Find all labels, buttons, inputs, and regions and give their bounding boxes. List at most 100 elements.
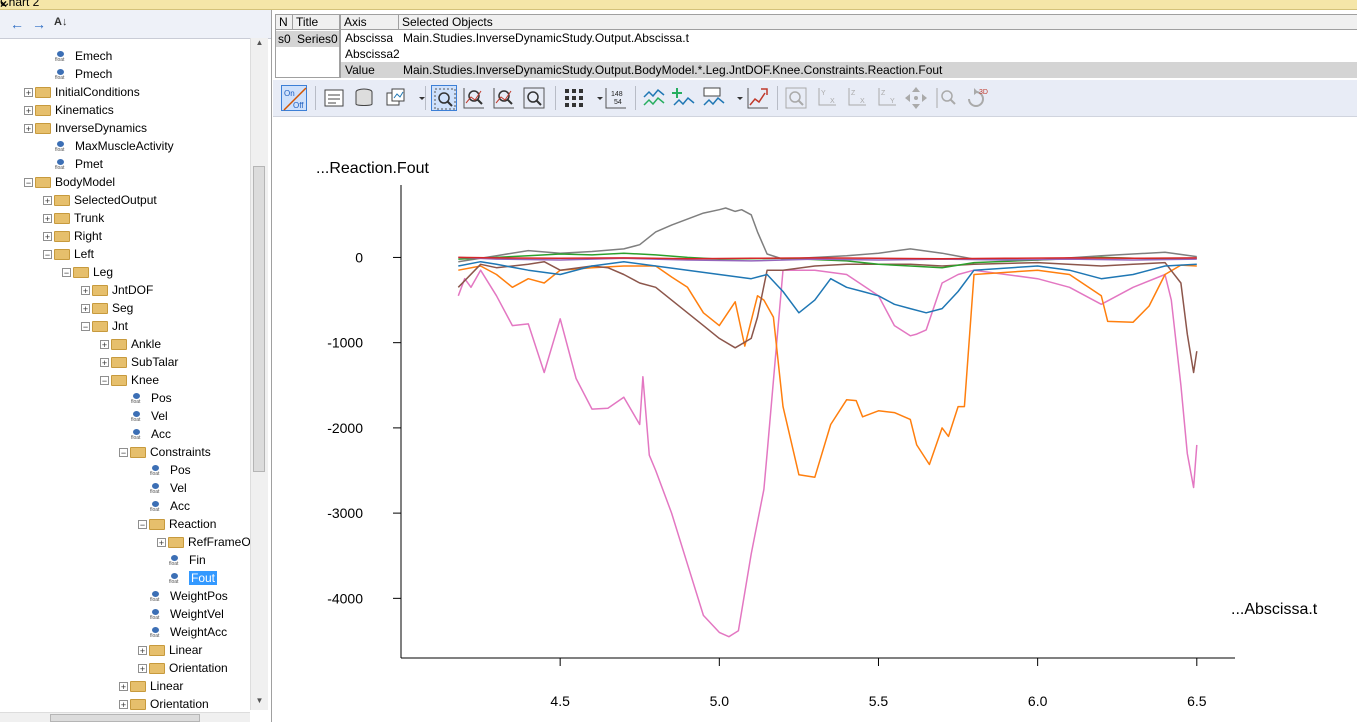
- tree-item[interactable]: + Orientation: [119, 695, 209, 710]
- tree-item[interactable]: + SubTalar: [100, 353, 178, 371]
- tree-item[interactable]: − BodyModel: [24, 173, 115, 191]
- expand-icon[interactable]: +: [157, 538, 166, 548]
- zoom-3d-icon[interactable]: [783, 85, 809, 111]
- expand-icon[interactable]: +: [138, 664, 147, 674]
- tree-item[interactable]: + Ankle: [100, 335, 161, 353]
- tree-item[interactable]: WeightVel: [150, 605, 224, 623]
- tree-item[interactable]: + SelectedOutput: [43, 191, 157, 209]
- add-series-icon[interactable]: [671, 85, 697, 111]
- tree-horizontal-scrollbar[interactable]: [0, 712, 250, 722]
- collapse-icon[interactable]: −: [100, 376, 109, 386]
- database-icon[interactable]: [351, 85, 377, 111]
- hscroll-thumb[interactable]: [50, 714, 200, 722]
- expand-icon[interactable]: +: [138, 646, 147, 656]
- tree-item[interactable]: Emech: [55, 47, 112, 65]
- expand-icon[interactable]: +: [81, 286, 90, 296]
- collapse-icon[interactable]: −: [81, 322, 90, 332]
- collapse-icon[interactable]: −: [62, 268, 71, 278]
- tree-item[interactable]: + RefFrameO: [157, 533, 250, 551]
- back-arrow-icon[interactable]: ←: [10, 16, 24, 32]
- zoom-out-icon[interactable]: [491, 85, 517, 111]
- zoom-rectangle-icon[interactable]: [431, 85, 457, 111]
- tree-item[interactable]: WeightAcc: [150, 623, 227, 641]
- zoom-in-icon[interactable]: [461, 85, 487, 111]
- expand-icon[interactable]: +: [119, 682, 128, 692]
- scroll-thumb[interactable]: [253, 166, 265, 472]
- tree-item[interactable]: − Leg: [62, 263, 113, 281]
- close-icon[interactable]: ×: [0, 0, 1357, 9]
- collapse-icon[interactable]: −: [138, 520, 147, 530]
- tree-item[interactable]: Fin: [169, 551, 206, 569]
- tree-item[interactable]: + JntDOF: [81, 281, 153, 299]
- axis-row-value[interactable]: Value Main.Studies.InverseDynamicStudy.Ou…: [341, 62, 1357, 78]
- pan-icon[interactable]: [903, 85, 929, 111]
- chart-area[interactable]: 0 -1000 -2000 -3000 -4000 4.5 5.0 5.5 6.0 6.5 ...…: [273, 117, 1357, 722]
- rotate-3d-icon[interactable]: 3D: [963, 85, 989, 111]
- tree-item[interactable]: + Seg: [81, 299, 133, 317]
- tree-item[interactable]: − Left: [43, 245, 94, 263]
- tree-item[interactable]: WeightPos: [150, 587, 228, 605]
- series-row[interactable]: s0 Series0: [276, 31, 339, 47]
- tree-item[interactable]: Pmet: [55, 155, 103, 173]
- tree-item[interactable]: + Linear: [138, 641, 202, 659]
- expand-icon[interactable]: +: [24, 124, 33, 134]
- copy-chart-icon[interactable]: [383, 85, 409, 111]
- tree-item[interactable]: + Orientation: [138, 659, 228, 677]
- scroll-down-icon[interactable]: ▼: [251, 696, 268, 710]
- chevron-down-icon[interactable]: [409, 85, 425, 111]
- chevron-down-icon[interactable]: [587, 85, 603, 111]
- on-off-toggle-button[interactable]: On Off: [281, 85, 307, 111]
- expand-icon[interactable]: +: [24, 106, 33, 116]
- tree-item[interactable]: − Constraints: [119, 443, 211, 461]
- expand-icon[interactable]: +: [43, 214, 52, 224]
- view-yx-icon[interactable]: YX: [813, 85, 839, 111]
- zoom-fit-icon[interactable]: [521, 85, 547, 111]
- tree-vertical-scrollbar[interactable]: ▲ ▼: [250, 38, 268, 710]
- forward-arrow-icon[interactable]: →: [32, 16, 46, 32]
- series-header-n[interactable]: N: [276, 15, 293, 30]
- tree-item[interactable]: + Linear: [119, 677, 183, 695]
- tree-item[interactable]: + Kinematics: [24, 101, 114, 119]
- tree-item[interactable]: − Jnt: [81, 317, 128, 335]
- expand-icon[interactable]: +: [43, 196, 52, 206]
- series-properties-icon[interactable]: [701, 85, 727, 111]
- expand-icon[interactable]: +: [119, 700, 128, 710]
- tree-item[interactable]: Fout: [169, 569, 218, 587]
- tree-item[interactable]: + InitialConditions: [24, 83, 140, 101]
- axis-header-axis[interactable]: Axis: [341, 15, 399, 30]
- point-count-icon[interactable]: 148 54: [603, 85, 629, 111]
- collapse-icon[interactable]: −: [43, 250, 52, 260]
- tree-item[interactable]: + Right: [43, 227, 102, 245]
- series-edit-icon[interactable]: [641, 85, 667, 111]
- expand-icon[interactable]: +: [81, 304, 90, 314]
- view-zx-icon[interactable]: ZX: [843, 85, 869, 111]
- line-chart[interactable]: 0 -1000 -2000 -3000 -4000 4.5 5.0 5.5 6.0 6.5: [273, 117, 1357, 722]
- axis-header-objects[interactable]: Selected Objects: [399, 15, 1357, 30]
- zoom-3d-view-icon[interactable]: [933, 85, 959, 111]
- tree-item[interactable]: Acc: [150, 497, 190, 515]
- tree-item[interactable]: MaxMuscleActivity: [55, 137, 174, 155]
- tree-item[interactable]: Pmech: [55, 65, 112, 83]
- expand-icon[interactable]: +: [100, 340, 109, 350]
- collapse-icon[interactable]: −: [24, 178, 33, 188]
- tree-item[interactable]: Pos: [150, 461, 191, 479]
- tree-item[interactable]: + InverseDynamics: [24, 119, 147, 137]
- collapse-icon[interactable]: −: [119, 448, 128, 458]
- tree-item[interactable]: − Knee: [100, 371, 159, 389]
- expand-icon[interactable]: +: [24, 88, 33, 98]
- expand-icon[interactable]: +: [100, 358, 109, 368]
- properties-icon[interactable]: [321, 85, 347, 111]
- scroll-up-icon[interactable]: ▲: [251, 38, 268, 52]
- view-zy-icon[interactable]: ZY: [873, 85, 899, 111]
- grid-icon[interactable]: [561, 85, 587, 111]
- chevron-down-icon[interactable]: [727, 85, 743, 111]
- axis-row-abscissa[interactable]: Abscissa Main.Studies.InverseDynamicStudy…: [341, 30, 1357, 46]
- tree-item[interactable]: Pos: [131, 389, 172, 407]
- axis-row-abscissa2[interactable]: Abscissa2: [341, 46, 1357, 62]
- export-chart-icon[interactable]: [745, 85, 771, 111]
- tree-item[interactable]: Acc: [131, 425, 171, 443]
- sort-az-icon[interactable]: A↓: [54, 16, 67, 28]
- tree-item[interactable]: Vel: [131, 407, 168, 425]
- expand-icon[interactable]: +: [43, 232, 52, 242]
- tree-item[interactable]: Vel: [150, 479, 187, 497]
